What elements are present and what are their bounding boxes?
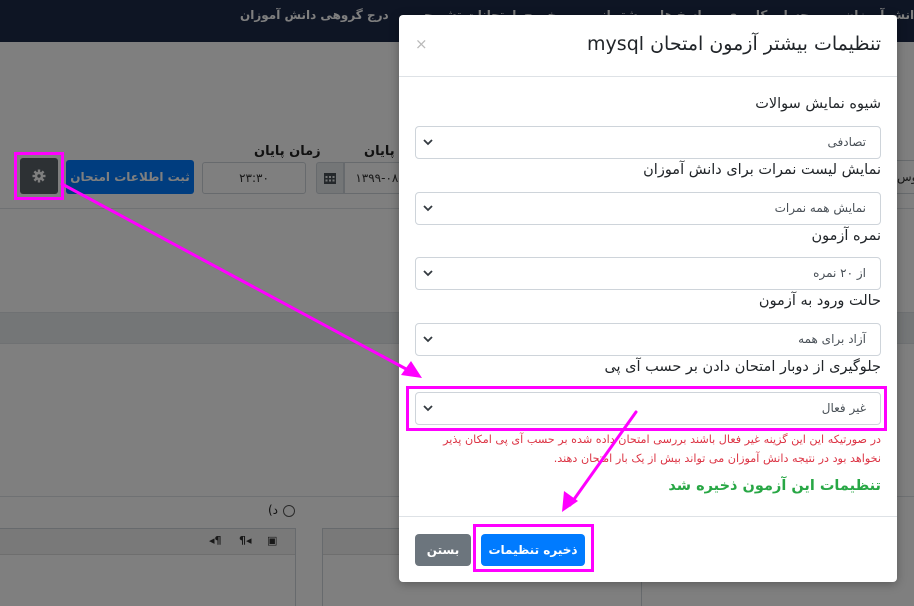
- annotation-arrow-line: [568, 410, 638, 507]
- annotation-arrowhead: [562, 491, 578, 512]
- annotation-arrow-line: [60, 182, 410, 372]
- annotation-arrows: [60, 182, 638, 512]
